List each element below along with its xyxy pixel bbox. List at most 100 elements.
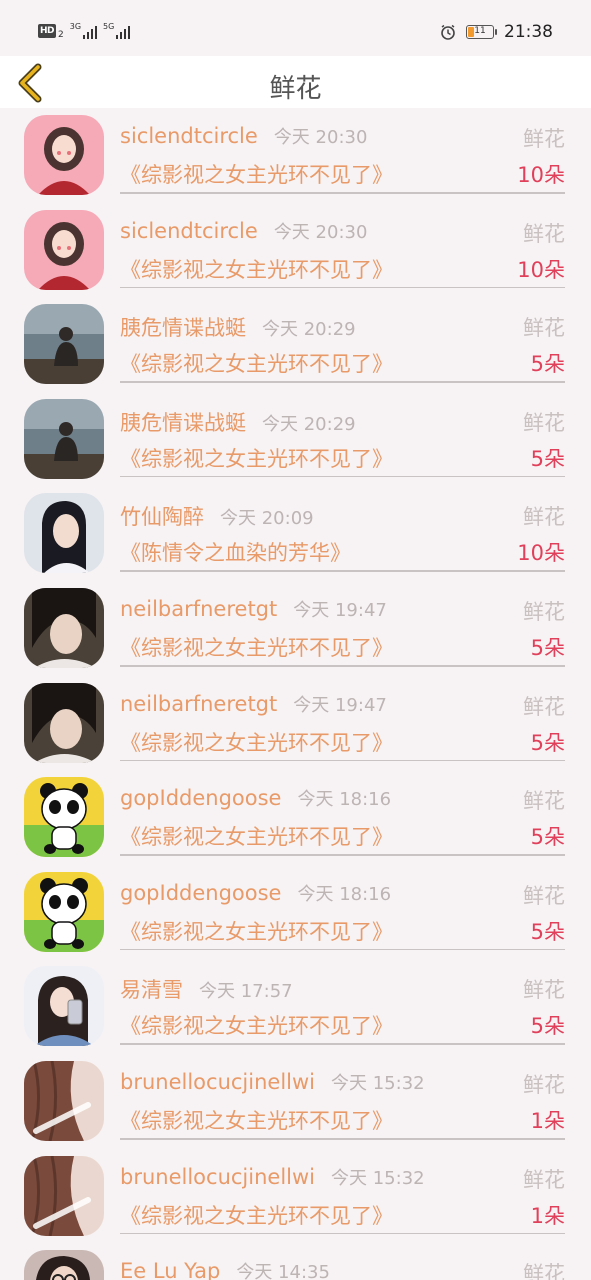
divider <box>120 1232 565 1235</box>
book-title[interactable]: 《综影视之女主光环不见了》 <box>120 1200 393 1230</box>
book-title[interactable]: 《综影视之女主光环不见了》 <box>120 821 393 851</box>
list-item[interactable]: siclendtcircle 今天 20:30 鲜花 《综影视之女主光环不见了》 … <box>0 203 591 298</box>
avatar[interactable] <box>24 1250 104 1280</box>
flower-count: 1朵 <box>530 1109 565 1133</box>
flower-count: 10朵 <box>517 541 565 566</box>
gift-type: 鲜花 <box>523 410 565 435</box>
book-title[interactable]: 《综影视之女主光环不见了》 <box>120 727 393 757</box>
list-item[interactable]: gopIddengoose 今天 18:16 鲜花 《综影视之女主光环不见了》 5… <box>0 865 591 960</box>
avatar[interactable] <box>24 777 104 858</box>
status-bar: HD 2 3G 5G 11 21:38 <box>0 0 591 56</box>
time: 今天 20:30 <box>273 127 368 148</box>
username[interactable]: 胰危情谍战蜓 今天 20:29 <box>120 407 356 437</box>
time: 今天 14:35 <box>236 1262 330 1280</box>
list-item[interactable]: 易清雪 今天 17:57 鲜花 《综影视之女主光环不见了》 5朵 <box>0 959 591 1054</box>
list-item[interactable]: Ee Lu Yap 今天 14:35 鲜花 <box>0 1243 591 1280</box>
flower-count: 5朵 <box>530 1014 565 1039</box>
username[interactable]: Ee Lu Yap 今天 14:35 <box>120 1258 330 1280</box>
hd-badge: HD <box>38 24 56 38</box>
username[interactable]: gopIddengoose 今天 18:16 <box>120 880 391 906</box>
time: 今天 17:57 <box>199 981 293 1003</box>
book-title[interactable]: 《综影视之女主光环不见了》 <box>120 254 393 284</box>
list-item[interactable]: brunellocucjinellwi 今天 15:32 鲜花 《综影视之女主光环… <box>0 1054 591 1149</box>
divider <box>120 759 565 762</box>
time: 今天 18:16 <box>297 883 392 905</box>
avatar[interactable] <box>24 966 104 1047</box>
username[interactable]: siclendtcircle 今天 20:30 <box>120 218 367 244</box>
gift-type: 鲜花 <box>523 1262 565 1280</box>
battery-icon: 11 <box>466 25 497 39</box>
network-type-2: 5G <box>103 22 115 31</box>
flower-count: 10朵 <box>517 163 565 187</box>
username[interactable]: gopIddengoose 今天 18:16 <box>120 785 391 811</box>
flower-count: 10朵 <box>517 257 565 282</box>
book-title[interactable]: 《综影视之女主光环不见了》 <box>120 348 393 378</box>
gift-type: 鲜花 <box>523 694 565 719</box>
list-item[interactable]: neilbarfneretgt 今天 19:47 鲜花 《综影视之女主光环不见了》… <box>0 581 591 676</box>
flower-count: 1朵 <box>530 1203 565 1228</box>
network-type-1: 3G <box>69 22 82 31</box>
hd-sub: 2 <box>58 30 64 40</box>
avatar[interactable] <box>24 1155 104 1236</box>
username[interactable]: brunellocucjinellwi 今天 15:32 <box>120 1069 425 1095</box>
flower-count: 5朵 <box>530 825 565 850</box>
avatar[interactable] <box>24 493 104 574</box>
book-title[interactable]: 《综影视之女主光环不见了》 <box>120 159 393 189</box>
list-item[interactable]: neilbarfneretgt 今天 19:47 鲜花 《综影视之女主光环不见了》… <box>0 676 591 771</box>
username[interactable]: siclendtcircle 今天 20:30 <box>120 123 367 149</box>
list-item[interactable]: siclendtcircle 今天 20:30 鲜花 《综影视之女主光环不见了》 … <box>0 108 591 203</box>
avatar[interactable] <box>24 115 104 195</box>
username[interactable]: 胰危情谍战蜓 今天 20:29 <box>120 312 356 342</box>
avatar[interactable] <box>24 1061 104 1141</box>
divider <box>120 286 565 289</box>
flower-count: 5朵 <box>530 636 565 660</box>
gift-type: 鲜花 <box>523 789 565 814</box>
avatar[interactable] <box>24 682 104 763</box>
gift-type: 鲜花 <box>523 883 565 908</box>
battery-level: 11 <box>474 26 486 36</box>
username[interactable]: neilbarfneretgt 今天 19:47 <box>120 596 387 622</box>
avatar[interactable] <box>24 588 104 668</box>
clock: 21:38 <box>504 22 553 42</box>
gift-list: siclendtcircle 今天 20:30 鲜花 《综影视之女主光环不见了》 … <box>0 108 591 1280</box>
avatar[interactable] <box>24 398 104 479</box>
page-title: 鲜花 <box>269 74 322 104</box>
flower-count: 5朵 <box>530 730 565 755</box>
time: 今天 19:47 <box>293 600 387 621</box>
username[interactable]: 竹仙陶醉 今天 20:09 <box>120 501 314 531</box>
list-item[interactable]: 竹仙陶醉 今天 20:09 鲜花 《陈情令之血染的芳华》 10朵 <box>0 486 591 581</box>
avatar[interactable] <box>24 209 104 290</box>
divider <box>120 1138 565 1140</box>
book-title[interactable]: 《综影视之女主光环不见了》 <box>120 1105 393 1135</box>
time: 今天 15:32 <box>331 1073 425 1094</box>
signal-icon: 3G <box>69 22 98 39</box>
book-title[interactable]: 《综影视之女主光环不见了》 <box>120 443 393 473</box>
list-item[interactable]: 胰危情谍战蜓 今天 20:29 鲜花 《综影视之女主光环不见了》 5朵 <box>0 297 591 392</box>
list-item[interactable]: brunellocucjinellwi 今天 15:32 鲜花 《综影视之女主光环… <box>0 1149 591 1244</box>
username[interactable]: brunellocucjinellwi 今天 15:32 <box>120 1164 425 1190</box>
list-item[interactable]: gopIddengoose 今天 18:16 鲜花 《综影视之女主光环不见了》 5… <box>0 770 591 865</box>
divider <box>120 1043 565 1045</box>
book-title[interactable]: 《综影视之女主光环不见了》 <box>120 916 393 946</box>
gift-type: 鲜花 <box>523 316 565 341</box>
avatar[interactable] <box>24 871 104 952</box>
time: 今天 20:29 <box>262 413 356 435</box>
username[interactable]: neilbarfneretgt 今天 19:47 <box>120 691 387 717</box>
book-title[interactable]: 《陈情令之血染的芳华》 <box>120 537 351 567</box>
time: 今天 15:32 <box>331 1167 425 1189</box>
time: 今天 20:30 <box>273 221 368 243</box>
time: 今天 18:16 <box>297 789 392 811</box>
gift-type: 鲜花 <box>523 221 565 246</box>
book-title[interactable]: 《综影视之女主光环不见了》 <box>120 1010 393 1040</box>
divider <box>120 192 565 194</box>
status-right: 11 21:38 <box>440 22 553 42</box>
book-title[interactable]: 《综影视之女主光环不见了》 <box>120 632 393 662</box>
gift-type: 鲜花 <box>523 505 565 530</box>
time: 今天 20:09 <box>220 508 314 530</box>
divider <box>120 475 565 478</box>
username[interactable]: 易清雪 今天 17:57 <box>120 974 293 1004</box>
list-item[interactable]: 胰危情谍战蜓 今天 20:29 鲜花 《综影视之女主光环不见了》 5朵 <box>0 392 591 487</box>
gift-type: 鲜花 <box>523 127 565 151</box>
avatar[interactable] <box>24 304 104 385</box>
gift-type: 鲜花 <box>523 1073 565 1097</box>
